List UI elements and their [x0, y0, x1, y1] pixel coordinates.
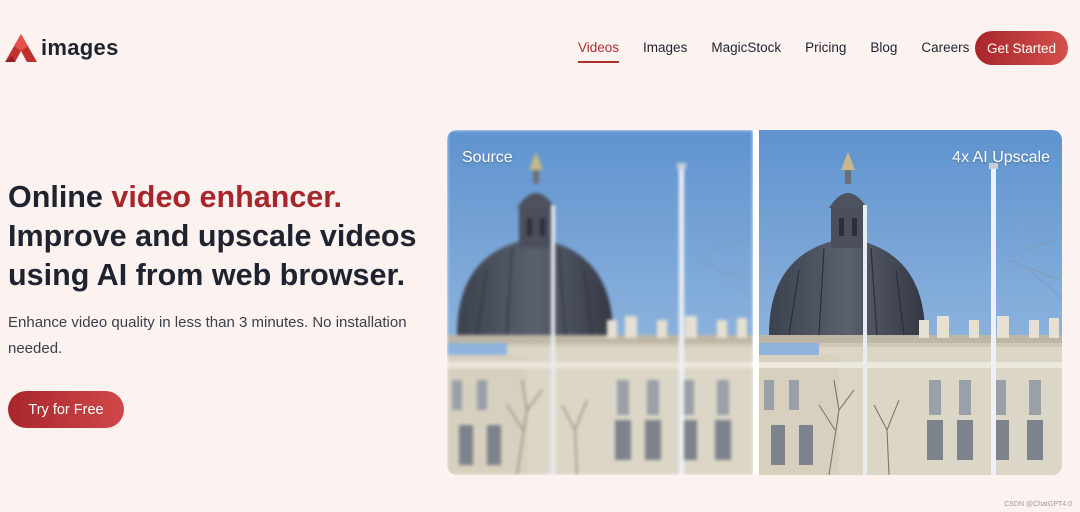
building-image	[759, 130, 1062, 475]
comparison-slider[interactable]: Source 4x AI Upscale	[447, 130, 1062, 475]
upscaled-image-pane: 4x AI Upscale	[759, 130, 1062, 475]
site-header: images Videos Images MagicStock Pricing …	[0, 0, 1080, 96]
watermark: CSDN @ChatGPT4.0	[1004, 501, 1072, 508]
logo-icon	[5, 34, 37, 62]
building-image	[447, 130, 753, 475]
main-nav: Videos Images MagicStock Pricing Blog Ca…	[578, 40, 993, 63]
hero-title-rest: Improve and upscale videos using AI from…	[8, 219, 417, 292]
nav-item-videos[interactable]: Videos	[578, 40, 620, 63]
hero-title-prefix: Online	[8, 180, 112, 214]
nav-item-pricing[interactable]: Pricing	[805, 40, 846, 61]
source-image-pane: Source	[447, 130, 753, 475]
upscale-label: 4x AI Upscale	[952, 149, 1050, 166]
hero-title-accent: video enhancer.	[111, 180, 342, 214]
hero-title: Online video enhancer. Improve and upsca…	[8, 178, 438, 295]
hero-subtitle: Enhance video quality in less than 3 min…	[8, 314, 407, 357]
nav-item-blog[interactable]: Blog	[870, 40, 897, 61]
logo[interactable]: images	[4, 32, 119, 64]
nav-item-magicstock[interactable]: MagicStock	[711, 40, 781, 61]
try-for-free-button[interactable]: Try for Free	[8, 391, 124, 428]
nav-item-careers[interactable]: Careers	[921, 40, 969, 61]
source-label: Source	[462, 149, 513, 166]
get-started-button[interactable]: Get Started	[975, 31, 1068, 65]
brand-name: images	[41, 35, 119, 60]
nav-item-images[interactable]: Images	[643, 40, 687, 61]
